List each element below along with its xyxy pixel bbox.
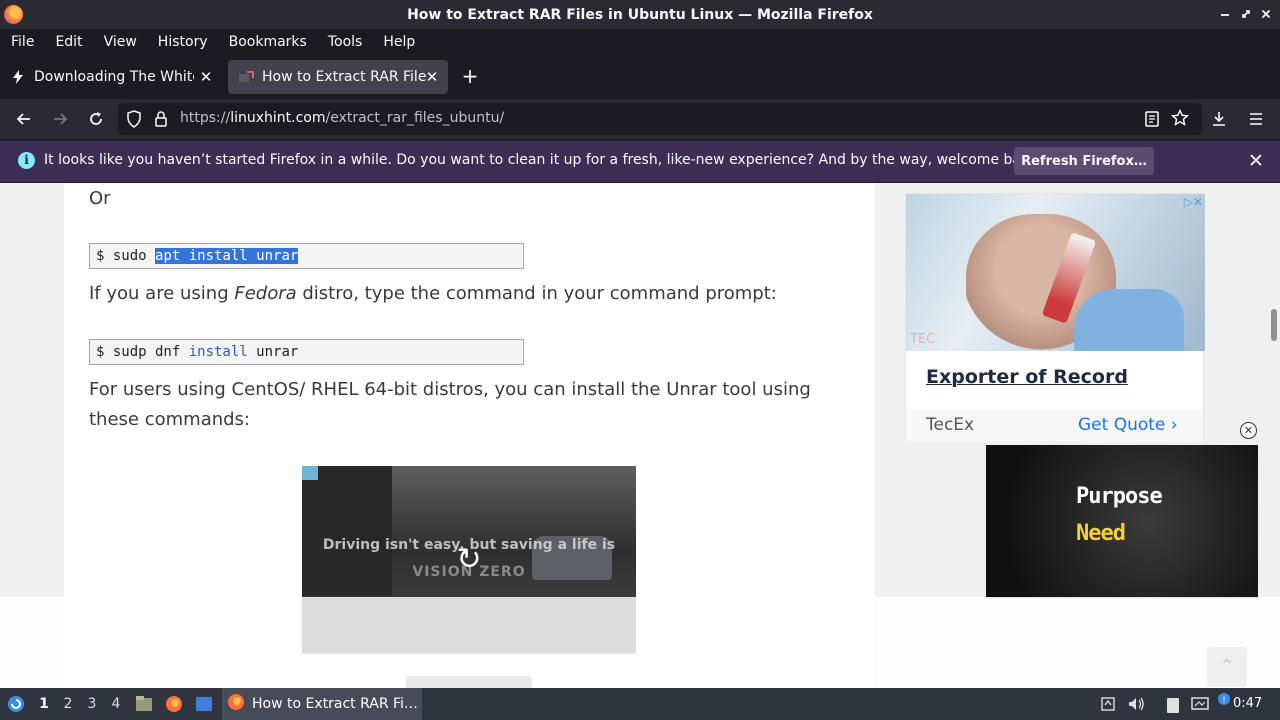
video-ad-line2: Need [1076, 521, 1126, 546]
display-icon[interactable] [1191, 696, 1209, 714]
back-icon[interactable] [12, 107, 36, 131]
network-notification-icon[interactable]: ! [1215, 692, 1233, 710]
tracking-shield-icon[interactable] [126, 110, 142, 132]
navigation-toolbar: https://linuxhint.com/extract_rar_files_… [0, 99, 1280, 139]
tab-label: How to Extract RAR Files in Ubuntu Linux [262, 69, 426, 85]
video-ad[interactable]: Purpose Need [986, 445, 1258, 598]
scroll-to-top-button[interactable]: ⌃ [1207, 647, 1247, 687]
reader-view-icon[interactable] [1144, 110, 1160, 132]
menubar: File Edit View History Bookmarks Tools H… [0, 29, 1280, 54]
tray-updates-icon[interactable] [1099, 696, 1117, 714]
ad-headline[interactable]: Exporter of Record [926, 366, 1128, 388]
tab-close-icon[interactable]: ✕ [424, 69, 440, 85]
replay-icon[interactable]: ↻ [452, 543, 486, 577]
volume-icon[interactable] [1127, 696, 1145, 714]
centos-paragraph-line1: For users using CentOS/ RHEL 64-bit dist… [89, 379, 811, 400]
ad-brand: TecEx [926, 415, 975, 435]
file-manager-icon[interactable] [134, 694, 154, 718]
code-block-apt[interactable]: $ sudo apt install unrar [89, 243, 524, 269]
close-icon[interactable] [1257, 5, 1275, 23]
notification-close-icon[interactable]: ✕ [1246, 151, 1266, 171]
lightning-icon [10, 69, 26, 85]
sidebar-ad[interactable]: TEC ▷✕ Exporter of Record TecEx Get Quot… [905, 193, 1205, 442]
centos-paragraph-line2: these commands: [89, 409, 250, 430]
site-favicon-icon [238, 69, 254, 85]
tab-strip: Downloading The White House ✕ How to Ext… [0, 56, 1280, 98]
taskbar-window-label: How to Extract RAR Fi… [252, 696, 418, 712]
bookmark-star-icon[interactable] [1170, 108, 1190, 131]
menu-edit[interactable]: Edit [44, 34, 92, 50]
restore-icon[interactable] [1237, 5, 1255, 23]
clipboard-icon[interactable] [1164, 696, 1182, 714]
minimize-icon[interactable] [1216, 5, 1234, 23]
info-icon: i [18, 152, 35, 169]
web-page: Or $ sudo apt install unrar If you are u… [0, 183, 1280, 688]
menu-bookmarks[interactable]: Bookmarks [218, 34, 317, 50]
or-text: Or [89, 188, 111, 209]
refresh-notification-bar: i It looks like you haven’t started Fire… [0, 141, 1280, 182]
taskbar-firefox-window[interactable]: How to Extract RAR Fi… [222, 688, 422, 720]
start-menu-icon[interactable] [6, 694, 26, 718]
tab-label: Downloading The White House [34, 69, 194, 85]
workspace-2[interactable]: 2 [59, 696, 77, 712]
firefox-launcher-icon[interactable] [164, 694, 184, 718]
notification-message: It looks like you haven’t started Firefo… [44, 152, 1043, 168]
fedora-paragraph: If you are using Fedora distro, type the… [89, 283, 777, 304]
page-scrollbar-thumb[interactable] [1271, 309, 1277, 341]
workspace-3[interactable]: 3 [83, 696, 101, 712]
url-text: https://linuxhint.com/extract_rar_files_… [180, 110, 505, 126]
menu-view[interactable]: View [93, 34, 147, 50]
ad-footer: TecEx Get Quote › [906, 409, 1203, 442]
menu-history[interactable]: History [147, 34, 218, 50]
sticky-ad-overlay [0, 597, 1280, 688]
refresh-firefox-button[interactable]: Refresh Firefox… [1014, 147, 1154, 175]
code-block-dnf[interactable]: $ sudp dnf install unrar [89, 339, 524, 365]
new-tab-button[interactable]: + [458, 64, 482, 88]
firefox-icon [226, 692, 246, 716]
downloads-icon[interactable] [1207, 107, 1231, 131]
get-quote-link[interactable]: Get Quote › [1078, 415, 1178, 435]
terminal-launcher-icon[interactable] [194, 694, 214, 718]
tab-extract-rar[interactable]: How to Extract RAR Files in Ubuntu Linux… [228, 60, 448, 94]
menu-tools[interactable]: Tools [317, 34, 373, 50]
url-bar[interactable]: https://linuxhint.com/extract_rar_files_… [118, 103, 1202, 135]
video-ad-line1: Purpose [1076, 484, 1163, 509]
ad-choices-icon[interactable]: ▷✕ [1184, 195, 1203, 209]
svg-text:!: ! [1222, 696, 1226, 706]
tab-close-icon[interactable]: ✕ [198, 69, 214, 85]
ad-close-icon[interactable]: ✕ [1240, 422, 1257, 439]
menu-help[interactable]: Help [372, 34, 425, 50]
window-titlebar: How to Extract RAR Files in Ubuntu Linux… [0, 0, 1280, 29]
ad-image: TEC ▷✕ [906, 194, 1205, 351]
workspace-1[interactable]: 1 [35, 696, 53, 712]
system-taskbar: 1 2 3 4 How to Extract RAR Fi… ! 0:47 [0, 688, 1280, 720]
forward-icon[interactable] [48, 107, 72, 131]
hamburger-menu-icon[interactable] [1244, 107, 1268, 131]
ad-choices-icon[interactable] [302, 466, 318, 480]
workspace-4[interactable]: 4 [107, 696, 125, 712]
reload-icon[interactable] [84, 107, 108, 131]
window-title: How to Extract RAR Files in Ubuntu Linux… [407, 6, 873, 23]
tab-downloading[interactable]: Downloading The White House ✕ [0, 60, 222, 94]
ad-image-logo: TEC [910, 332, 936, 347]
firefox-icon [4, 5, 23, 24]
lock-icon[interactable] [154, 110, 168, 132]
menu-file[interactable]: File [0, 34, 44, 50]
clock: 0:47 [1233, 696, 1263, 711]
chevron-right-icon: › [1170, 415, 1178, 435]
